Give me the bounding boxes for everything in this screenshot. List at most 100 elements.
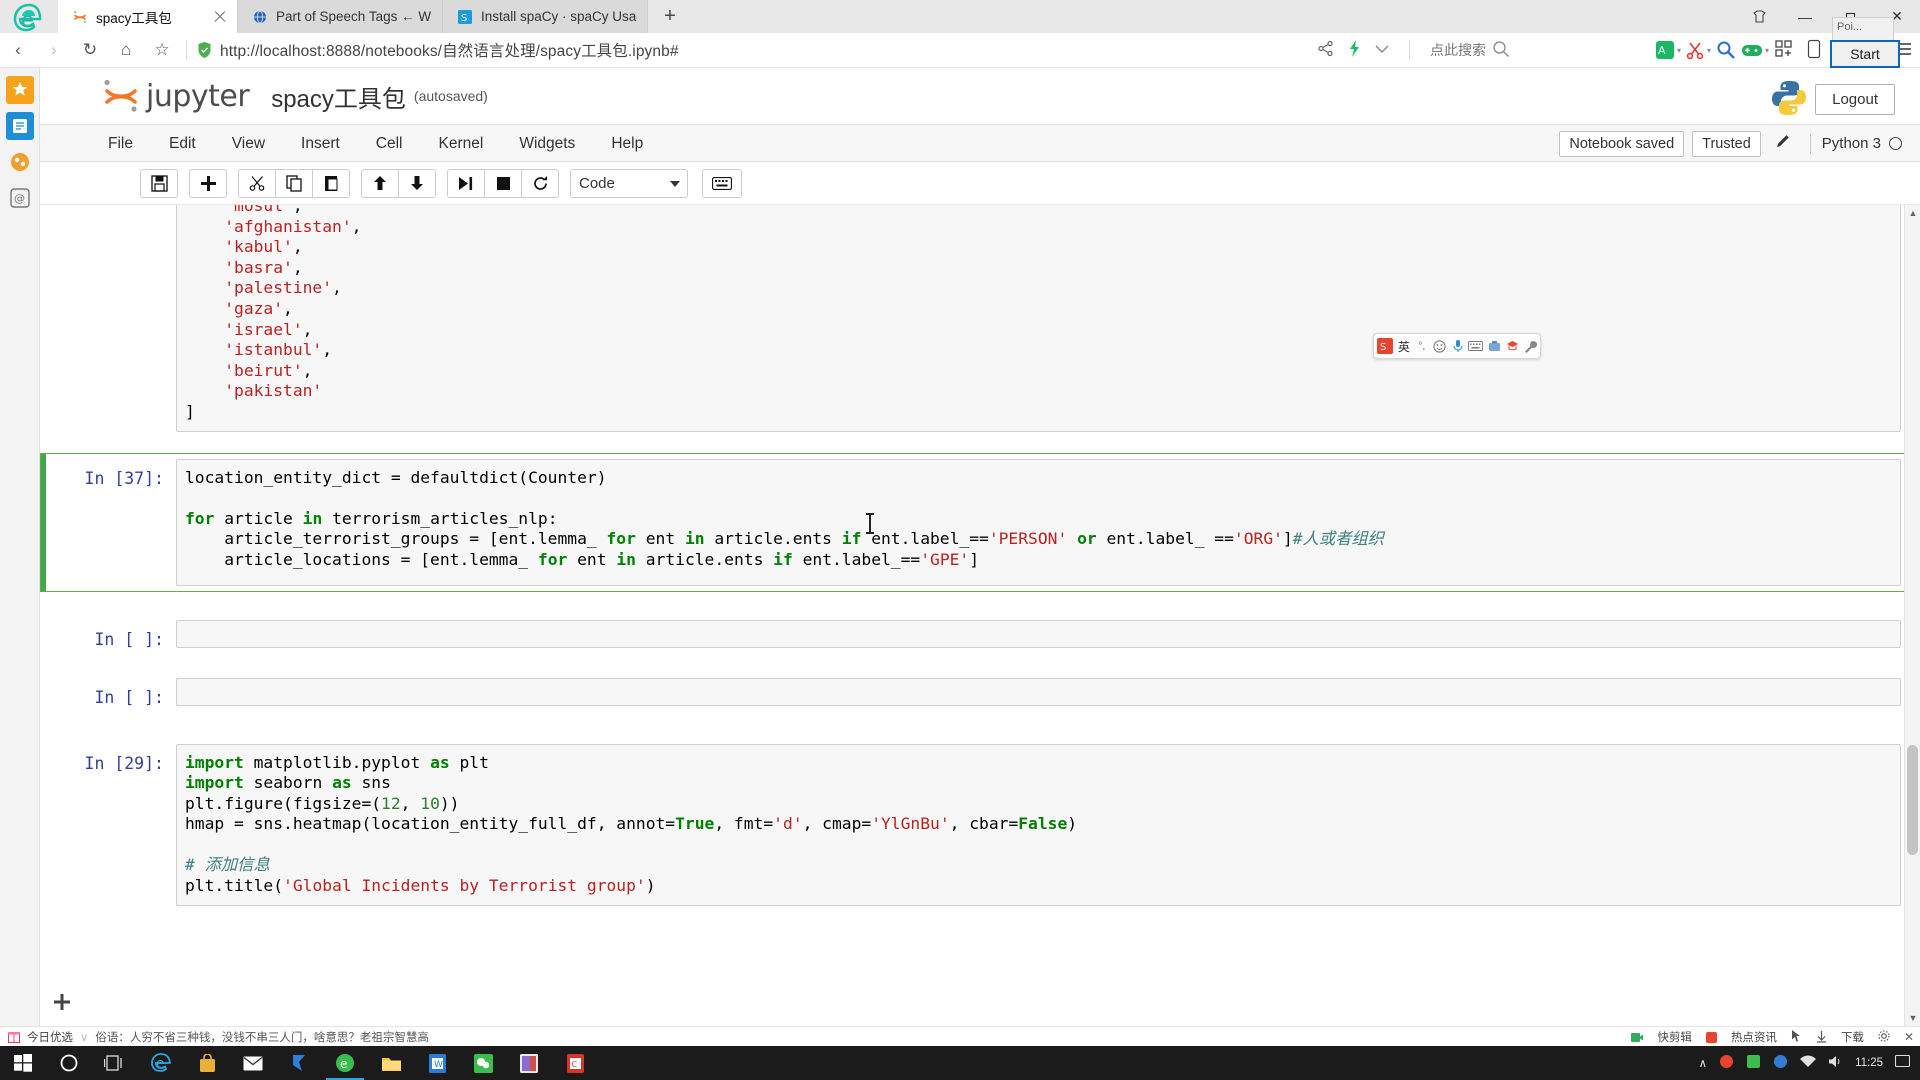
notebook-title[interactable]: spacy工具包 bbox=[271, 79, 406, 114]
hot-news-label[interactable]: 热点资讯 bbox=[1731, 1029, 1777, 1045]
pdf-icon[interactable]: C bbox=[552, 1046, 598, 1080]
browser-tab-2[interactable]: S Install spaCy · spaCy Usage D bbox=[443, 0, 648, 33]
menu-insert[interactable]: Insert bbox=[283, 125, 358, 162]
game-icon[interactable]: ▾ bbox=[1741, 42, 1769, 58]
tray-app-icon-3[interactable] bbox=[1773, 1054, 1788, 1072]
notebook-scrollbar[interactable]: ▲ ▼ bbox=[1904, 205, 1920, 1026]
menu-file[interactable]: File bbox=[90, 125, 151, 162]
quick-edit-label[interactable]: 快剪辑 bbox=[1657, 1029, 1692, 1045]
mic-icon[interactable] bbox=[1451, 338, 1465, 354]
menu-help[interactable]: Help bbox=[593, 125, 661, 162]
scroll-up-arrow-icon[interactable]: ▲ bbox=[1905, 205, 1920, 221]
trusted-badge[interactable]: Trusted bbox=[1692, 130, 1761, 157]
favorites-star-icon[interactable] bbox=[5, 76, 34, 104]
chevron-down-icon[interactable] bbox=[1375, 45, 1389, 56]
start-icon[interactable] bbox=[0, 1046, 46, 1080]
share-icon[interactable] bbox=[1317, 40, 1334, 60]
scissors-icon[interactable] bbox=[238, 168, 276, 198]
url-field[interactable]: http://localhost:8888/notebooks/自然语言处理/s… bbox=[193, 33, 1317, 67]
cortana-icon[interactable] bbox=[46, 1046, 92, 1080]
tray-expand-icon[interactable]: ∧ bbox=[1699, 1056, 1707, 1070]
word-icon[interactable]: W bbox=[414, 1046, 460, 1080]
network-icon[interactable] bbox=[1800, 1055, 1817, 1071]
add-cell-button[interactable] bbox=[52, 992, 72, 1016]
download-label[interactable]: 下载 bbox=[1841, 1029, 1864, 1045]
notebook-body[interactable]: 'mosul', 'afghanistan', 'kabul', 'basra'… bbox=[40, 205, 1920, 1026]
edit-pencil-icon[interactable] bbox=[1769, 133, 1799, 154]
sogou-logo-icon[interactable]: S bbox=[1377, 338, 1393, 354]
video-icon[interactable] bbox=[1631, 1032, 1644, 1043]
foxmail-icon[interactable] bbox=[276, 1046, 322, 1080]
jupyter-logo[interactable]: jupyter bbox=[100, 75, 250, 117]
new-tab-button[interactable]: + bbox=[648, 0, 692, 33]
arrow-down-icon[interactable] bbox=[398, 168, 436, 198]
notebook-cell-1-selected[interactable]: In [37]: location_entity_dict = defaultd… bbox=[40, 452, 1920, 592]
cell-input-3[interactable] bbox=[176, 677, 1901, 706]
browser-tab-1[interactable]: Part of Speech Tags ← Winw bbox=[238, 0, 443, 33]
history-icon[interactable]: @ bbox=[6, 184, 34, 212]
settings-gear-icon[interactable] bbox=[1878, 1029, 1890, 1045]
favorite-star-icon[interactable]: ☆ bbox=[144, 33, 180, 67]
keyboard-icon[interactable] bbox=[702, 168, 742, 198]
cell-input-4[interactable]: import matplotlib.pyplot as plt import s… bbox=[176, 743, 1901, 906]
store-icon[interactable] bbox=[184, 1046, 230, 1080]
translate-icon[interactable]: A ▾ bbox=[1655, 40, 1681, 60]
stop-icon[interactable] bbox=[484, 168, 522, 198]
reading-list-icon[interactable] bbox=[5, 112, 34, 140]
ime-mode-label[interactable]: 英 bbox=[1397, 338, 1411, 354]
download-icon[interactable] bbox=[1816, 1031, 1827, 1043]
notepad-icon[interactable] bbox=[506, 1046, 552, 1080]
keyboard-icon[interactable] bbox=[1468, 338, 1484, 354]
hot-news-icon[interactable] bbox=[1705, 1031, 1717, 1043]
menu-widgets[interactable]: Widgets bbox=[501, 125, 593, 162]
close-icon[interactable] bbox=[213, 10, 227, 24]
notebook-cell-4[interactable]: In [29]: import matplotlib.pyplot as plt… bbox=[40, 738, 1920, 912]
cell-input-2[interactable] bbox=[176, 619, 1901, 648]
cursor-icon[interactable] bbox=[1791, 1029, 1802, 1045]
magnifier-icon[interactable] bbox=[1716, 40, 1736, 60]
volume-icon[interactable] bbox=[1828, 1055, 1843, 1071]
wechat-icon[interactable] bbox=[460, 1046, 506, 1080]
sogou-browser-icon[interactable]: e bbox=[322, 1046, 368, 1080]
scissors-icon[interactable]: ▾ bbox=[1686, 41, 1711, 60]
newsbar-close-icon[interactable]: ✕ bbox=[1904, 1030, 1914, 1044]
collections-icon[interactable] bbox=[6, 148, 34, 176]
save-icon[interactable] bbox=[140, 168, 178, 198]
scrollbar-thumb[interactable] bbox=[1907, 745, 1918, 855]
copy-icon[interactable] bbox=[275, 168, 313, 198]
paste-icon[interactable] bbox=[312, 168, 350, 198]
search-input[interactable]: 点此搜索 bbox=[1430, 40, 1486, 60]
notebook-cell-2[interactable]: In [ ]: bbox=[40, 614, 1920, 655]
notebook-cell-0[interactable]: 'mosul', 'afghanistan', 'kabul', 'basra'… bbox=[40, 205, 1920, 438]
ime-punctuation-icon[interactable]: °, bbox=[1415, 338, 1429, 354]
start-button[interactable]: Start bbox=[1830, 40, 1900, 68]
tools-icon[interactable] bbox=[1487, 338, 1501, 354]
menu-kernel[interactable]: Kernel bbox=[421, 125, 502, 162]
tshirt-icon[interactable] bbox=[1736, 0, 1782, 33]
search-icon[interactable] bbox=[1492, 40, 1510, 61]
edge-icon[interactable]: e bbox=[138, 1046, 184, 1080]
flash-icon[interactable] bbox=[1348, 40, 1361, 60]
notification-center-icon[interactable] bbox=[1894, 1054, 1911, 1071]
notebook-cell-3[interactable]: In [ ]: bbox=[40, 672, 1920, 713]
menu-cell[interactable]: Cell bbox=[358, 125, 421, 162]
smiley-icon[interactable] bbox=[1433, 338, 1447, 354]
news-headline[interactable]: 俗语：人穷不省三种钱，没钱不串三人门，啥意思？老祖宗智慧高 bbox=[95, 1029, 429, 1045]
newsbar-chevron-icon[interactable]: ∨ bbox=[80, 1030, 88, 1044]
tray-app-icon-1[interactable] bbox=[1719, 1054, 1734, 1072]
restart-icon[interactable] bbox=[521, 168, 559, 198]
scroll-down-arrow-icon[interactable]: ▼ bbox=[1905, 1010, 1920, 1026]
today-deals-icon[interactable] bbox=[8, 1030, 20, 1043]
forward-icon[interactable]: › bbox=[36, 33, 72, 67]
apps-grid-icon[interactable] bbox=[1774, 39, 1794, 62]
cell-input-1[interactable]: location_entity_dict = defaultdict(Count… bbox=[176, 458, 1901, 586]
today-deals-label[interactable]: 今日优选 bbox=[27, 1029, 73, 1045]
mobile-icon[interactable] bbox=[1807, 39, 1821, 62]
reload-icon[interactable]: ↻ bbox=[72, 33, 108, 67]
menu-view[interactable]: View bbox=[214, 125, 283, 162]
taskbar-clock[interactable]: 11:25 bbox=[1855, 1057, 1883, 1070]
wrench-icon[interactable] bbox=[1523, 338, 1537, 354]
arrow-up-icon[interactable] bbox=[361, 168, 399, 198]
mail-icon[interactable] bbox=[230, 1046, 276, 1080]
logout-button[interactable]: Logout bbox=[1815, 84, 1895, 115]
